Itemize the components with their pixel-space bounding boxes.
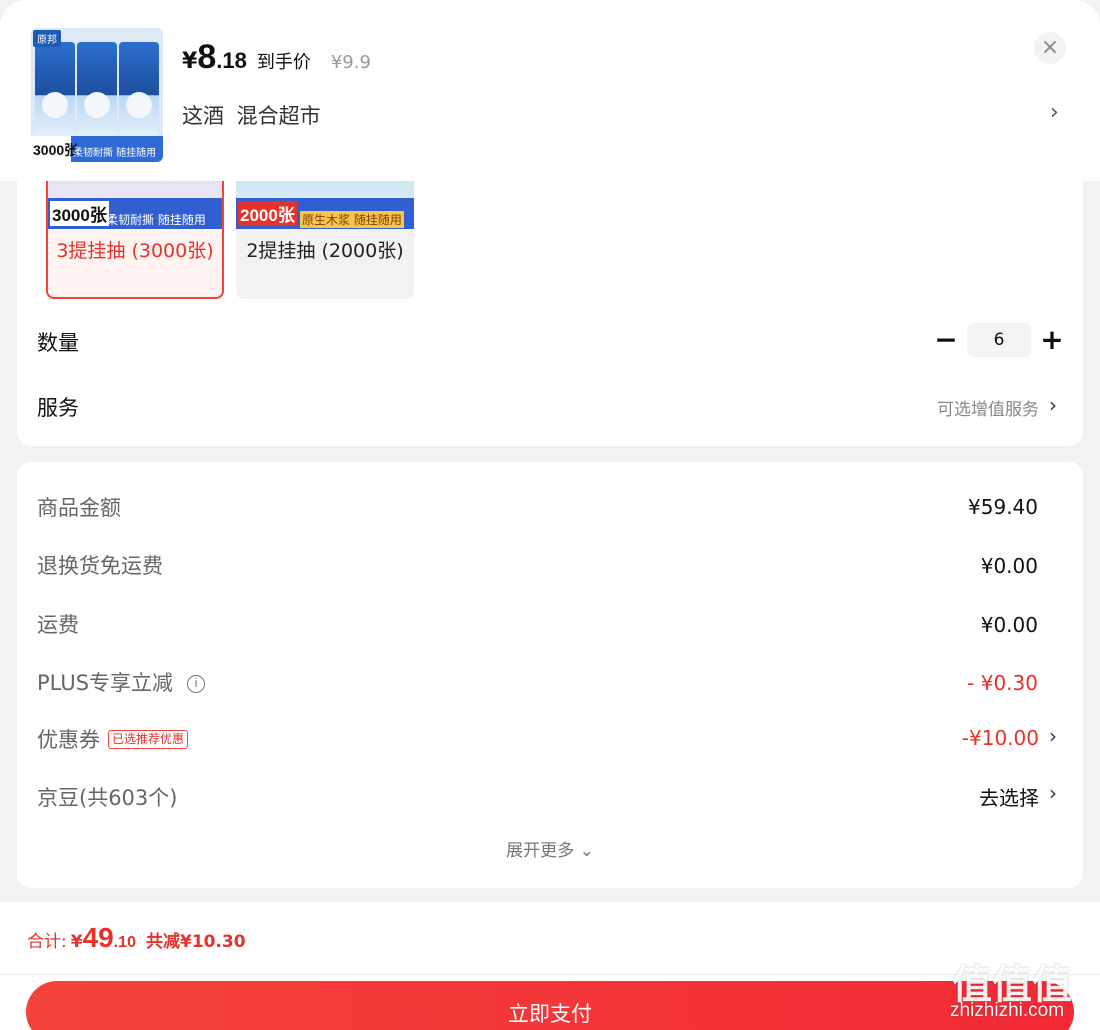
service-title: 服务	[37, 396, 79, 420]
option-image-number: 3000张	[50, 201, 109, 226]
quantity-title: 数量	[37, 331, 79, 355]
close-button[interactable]: ×	[1034, 32, 1066, 64]
watermark-logo: 值值值 zhizhizhi.com	[950, 952, 1090, 1024]
expand-more-link[interactable]: 展开更多 ⌄	[17, 836, 1083, 861]
selected-variant[interactable]: 这酒 混合超市	[182, 100, 321, 130]
watermark-domain: zhizhizhi.com	[950, 1000, 1065, 1021]
return-shipping-value: ¥0.00	[980, 554, 1038, 578]
chevron-right-icon[interactable]: ›	[1050, 100, 1059, 125]
original-price: ¥9.9	[330, 52, 371, 73]
divider	[0, 974, 1100, 975]
total-integer: 49	[82, 922, 114, 953]
total-decimal: .10	[113, 934, 136, 951]
product-thumbnail: 原邦 3000张 柔韧耐撕 随挂随用	[31, 28, 163, 162]
pay-now-button[interactable]: 立即支付	[26, 981, 1074, 1030]
fee-card: 商品金额 ¥59.40 退换货免运费 ¥0.00 运费 ¥0.00 PLUS专享…	[17, 462, 1083, 888]
jingdou-value[interactable]: 去选择	[979, 782, 1039, 811]
currency-symbol: ¥	[182, 49, 198, 74]
thumb-count-label: 3000张	[33, 142, 79, 158]
goods-amount-label: 商品金额	[37, 496, 121, 520]
price-integer: 8	[197, 38, 217, 76]
shipping-label: 运费	[37, 613, 79, 637]
service-value[interactable]: 可选增值服务	[937, 395, 1039, 420]
option-3-pack[interactable]: 3000张 柔韧耐撕 随挂随用 3提挂抽 (3000张)	[46, 181, 224, 299]
chevron-right-icon[interactable]: ›	[1049, 724, 1057, 748]
jingdou-label: 京豆(共603个)	[37, 786, 178, 810]
checkout-bar: 合计: ¥ 49 .10 共减¥10.30 立即支付	[0, 902, 1100, 1030]
option-2-pack[interactable]: 2000张 原生木浆 随挂随用 2提挂抽 (2000张)	[236, 181, 414, 299]
product-header: 原邦 3000张 柔韧耐撕 随挂随用 ¥ 8 .18 到手价 ¥9.9 这酒 混…	[0, 0, 1100, 181]
option-label: 2提挂抽 (2000张)	[246, 240, 404, 262]
info-icon[interactable]: i	[187, 675, 206, 693]
thumb-brand-label: 原邦	[33, 30, 61, 47]
chevron-right-icon[interactable]: ›	[1049, 393, 1057, 417]
total-currency: ¥	[70, 932, 83, 952]
option-image-tag: 原生木浆 随挂随用	[300, 211, 404, 228]
plus-discount-label: PLUS专享立减	[37, 671, 174, 695]
shipping-value: ¥0.00	[980, 613, 1038, 637]
option-image-number: 2000张	[238, 201, 297, 226]
quantity-decrease-button[interactable]: −	[934, 325, 958, 357]
goods-amount-value: ¥59.40	[968, 495, 1038, 519]
quantity-increase-button[interactable]: +	[1040, 325, 1064, 357]
coupon-badge: 已选推荐优惠	[108, 730, 189, 749]
spec-card: 3000张 柔韧耐撕 随挂随用 3提挂抽 (3000张) 2000张 原生木浆 …	[17, 181, 1083, 446]
option-label: 3提挂抽 (3000张)	[56, 240, 214, 262]
total-saved: 共减¥10.30	[145, 932, 246, 952]
coupon-value[interactable]: -¥10.00	[962, 726, 1039, 750]
total-label: 合计:	[27, 932, 67, 952]
option-image-tag: 柔韧耐撕 随挂随用	[106, 213, 206, 227]
price-label: 到手价	[256, 52, 311, 73]
coupon-label: 优惠券	[37, 728, 100, 752]
total-summary: 合计: ¥ 49 .10 共减¥10.30	[27, 922, 246, 954]
price-decimal: .18	[216, 48, 247, 73]
plus-discount-value: - ¥0.30	[967, 671, 1038, 695]
return-shipping-label: 退换货免运费	[37, 554, 163, 578]
chevron-right-icon[interactable]: ›	[1049, 781, 1057, 805]
thumb-tagline: 柔韧耐撕 随挂随用	[73, 148, 157, 159]
quantity-input[interactable]: 6	[967, 323, 1031, 357]
price-row: ¥ 8 .18 到手价 ¥9.9	[182, 38, 371, 78]
coupon-row[interactable]: 优惠券 已选推荐优惠	[37, 724, 189, 754]
plus-discount-row: PLUS专享立减 i	[37, 667, 206, 697]
